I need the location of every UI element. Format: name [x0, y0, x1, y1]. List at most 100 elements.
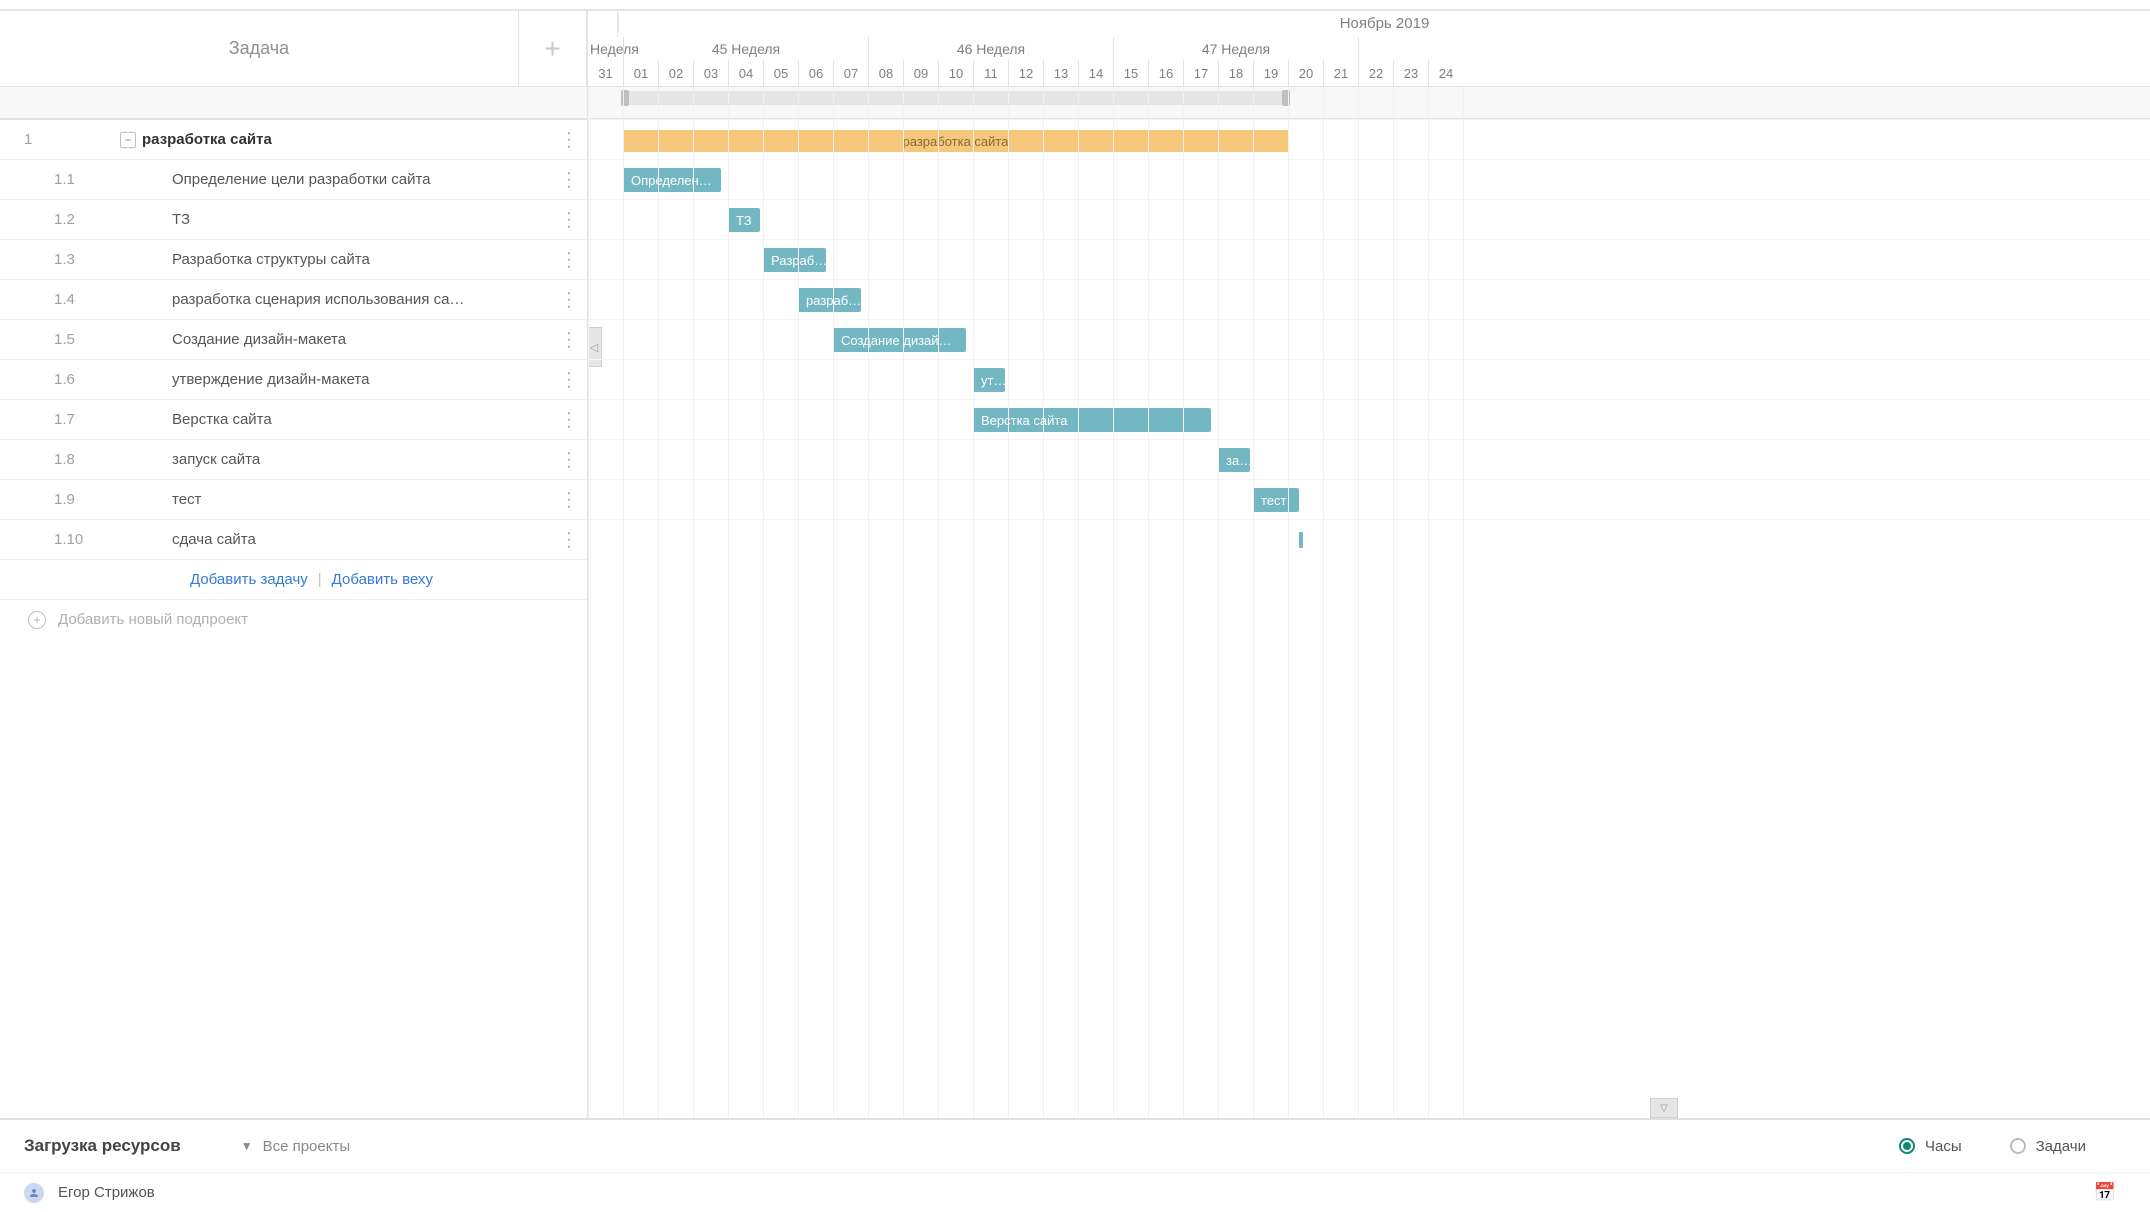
gantt-task-bar[interactable]: тест: [1253, 488, 1299, 512]
grid-line: [1148, 87, 1149, 1118]
resource-row[interactable]: Егор Стрижов📅: [0, 1172, 2150, 1212]
radio-tasks[interactable]: Задачи: [2010, 1138, 2086, 1155]
task-row[interactable]: 1.1Определение цели разработки сайта⋮: [0, 159, 587, 199]
radio-hours[interactable]: Часы: [1899, 1138, 1962, 1155]
row-menu-icon[interactable]: ⋮: [551, 407, 587, 432]
task-row[interactable]: 1.9тест⋮: [0, 479, 587, 519]
gantt-group-bar[interactable]: разработка сайта: [623, 130, 1288, 152]
task-row[interactable]: 1.10сдача сайта⋮: [0, 519, 587, 559]
grid-line: [1323, 87, 1324, 1118]
scrubber-row: [588, 87, 2150, 119]
gantt-row: Разраб…: [588, 239, 2150, 279]
row-menu-icon[interactable]: ⋮: [551, 527, 587, 552]
day-header: 07: [833, 60, 868, 86]
row-menu-icon[interactable]: ⋮: [551, 487, 587, 512]
chevron-down-icon[interactable]: ▼: [241, 1139, 253, 1153]
gantt-task-bar[interactable]: Разраб…: [763, 248, 826, 272]
day-header: 23: [1393, 60, 1428, 86]
day-header: 31: [588, 60, 623, 86]
add-column-button[interactable]: +: [519, 11, 587, 86]
row-menu-icon[interactable]: ⋮: [551, 447, 587, 472]
grid-line: [1218, 87, 1219, 1118]
day-header: 10: [938, 60, 973, 86]
row-menu-icon[interactable]: ⋮: [551, 287, 587, 312]
timeline-weeks-row: Неделя45 Неделя46 Неделя47 Неделя: [588, 37, 2150, 61]
task-row[interactable]: 1.4разработка сценария использования са……: [0, 279, 587, 319]
add-subproject-row[interactable]: +Добавить новый подпроект: [0, 599, 587, 639]
row-menu-icon[interactable]: ⋮: [551, 367, 587, 392]
day-header: 01: [623, 60, 658, 86]
gantt-task-bar[interactable]: разраб…: [798, 288, 861, 312]
grid-line: [763, 87, 764, 1118]
grid-line: [1288, 87, 1289, 1118]
task-row[interactable]: 1.8запуск сайта⋮: [0, 439, 587, 479]
day-header: 04: [728, 60, 763, 86]
gantt-body[interactable]: ◁ разработка сайтаОпределен…ТЗРазраб…раз…: [588, 87, 2150, 1118]
day-header: 08: [868, 60, 903, 86]
row-menu-icon[interactable]: ⋮: [551, 167, 587, 192]
grid-line: [728, 87, 729, 1118]
collapse-toggle[interactable]: −: [120, 132, 136, 148]
week-header: 47 Неделя: [1113, 37, 1358, 61]
day-header: 02: [658, 60, 693, 86]
task-name: запуск сайта: [144, 451, 551, 468]
resource-name: Егор Стрижов: [58, 1184, 2094, 1201]
task-name: тест: [144, 491, 551, 508]
task-name: разработка сайта: [142, 131, 551, 148]
add-task-link[interactable]: Добавить задачу: [190, 571, 308, 588]
day-header: 12: [1008, 60, 1043, 86]
calendar-icon[interactable]: 📅: [2094, 1182, 2116, 1203]
gantt-milestone[interactable]: [1299, 532, 1303, 548]
task-row[interactable]: 1.2ТЗ⋮: [0, 199, 587, 239]
task-row[interactable]: 1.3Разработка структуры сайта⋮: [0, 239, 587, 279]
resource-radio-group: Часы Задачи: [1899, 1138, 2126, 1155]
task-name: Разработка структуры сайта: [144, 251, 551, 268]
gantt-task-bar[interactable]: Создание дизай…: [833, 328, 966, 352]
task-list-spacer: [0, 87, 587, 119]
collapse-bottom-handle[interactable]: ▽: [1650, 1098, 1678, 1118]
grid-line: [1358, 87, 1359, 1118]
week-header: 45 Неделя: [623, 37, 868, 61]
day-header: 20: [1288, 60, 1323, 86]
grid-line: [693, 87, 694, 1118]
gantt-task-bar[interactable]: Определен…: [623, 168, 721, 192]
day-header: 11: [973, 60, 1008, 86]
task-row[interactable]: 1.7Верстка сайта⋮: [0, 399, 587, 439]
task-row[interactable]: 1−разработка сайта⋮: [0, 119, 587, 159]
resource-title: Загрузка ресурсов: [24, 1136, 181, 1156]
grid-line: [1463, 87, 1464, 1118]
day-header: 06: [798, 60, 833, 86]
task-rows: 1−разработка сайта⋮1.1Определение цели р…: [0, 119, 587, 1118]
grid-line: [798, 87, 799, 1118]
month-label: Ноябрь 2019: [618, 15, 2150, 32]
gantt-task-bar[interactable]: за…: [1218, 448, 1250, 472]
day-header: 19: [1253, 60, 1288, 86]
day-header: 16: [1148, 60, 1183, 86]
resource-head: Загрузка ресурсов ▼ Все проекты Часы Зад…: [0, 1120, 2150, 1172]
row-menu-icon[interactable]: ⋮: [551, 127, 587, 152]
gantt-task-bar[interactable]: ут…: [973, 368, 1005, 392]
task-name: Создание дизайн-макета: [144, 331, 551, 348]
row-menu-icon[interactable]: ⋮: [551, 327, 587, 352]
task-list-header: Задача +: [0, 11, 587, 87]
top-toolbar-cropped: [0, 0, 2150, 10]
task-row[interactable]: 1.6утверждение дизайн-макета⋮: [0, 359, 587, 399]
grid-line: [1043, 87, 1044, 1118]
week-header: [1358, 37, 1463, 61]
divider: |: [318, 571, 322, 588]
task-number: 1.6: [24, 371, 144, 388]
gantt-row: разраб…: [588, 279, 2150, 319]
row-menu-icon[interactable]: ⋮: [551, 247, 587, 272]
task-name: Верстка сайта: [144, 411, 551, 428]
row-menu-icon[interactable]: ⋮: [551, 207, 587, 232]
range-scrubber[interactable]: [623, 91, 1288, 105]
task-row[interactable]: 1.5Создание дизайн-макета⋮: [0, 319, 587, 359]
task-name: Определение цели разработки сайта: [144, 171, 551, 188]
resource-filter-label[interactable]: Все проекты: [263, 1138, 351, 1155]
radio-tasks-label: Задачи: [2036, 1138, 2086, 1155]
gantt-task-bar[interactable]: ТЗ: [728, 208, 760, 232]
day-header: 24: [1428, 60, 1463, 86]
grid-line: [1078, 87, 1079, 1118]
gantt-panel: Ноябрь 2019 Неделя45 Неделя46 Неделя47 Н…: [588, 11, 2150, 1118]
add-milestone-link[interactable]: Добавить веху: [332, 571, 433, 588]
